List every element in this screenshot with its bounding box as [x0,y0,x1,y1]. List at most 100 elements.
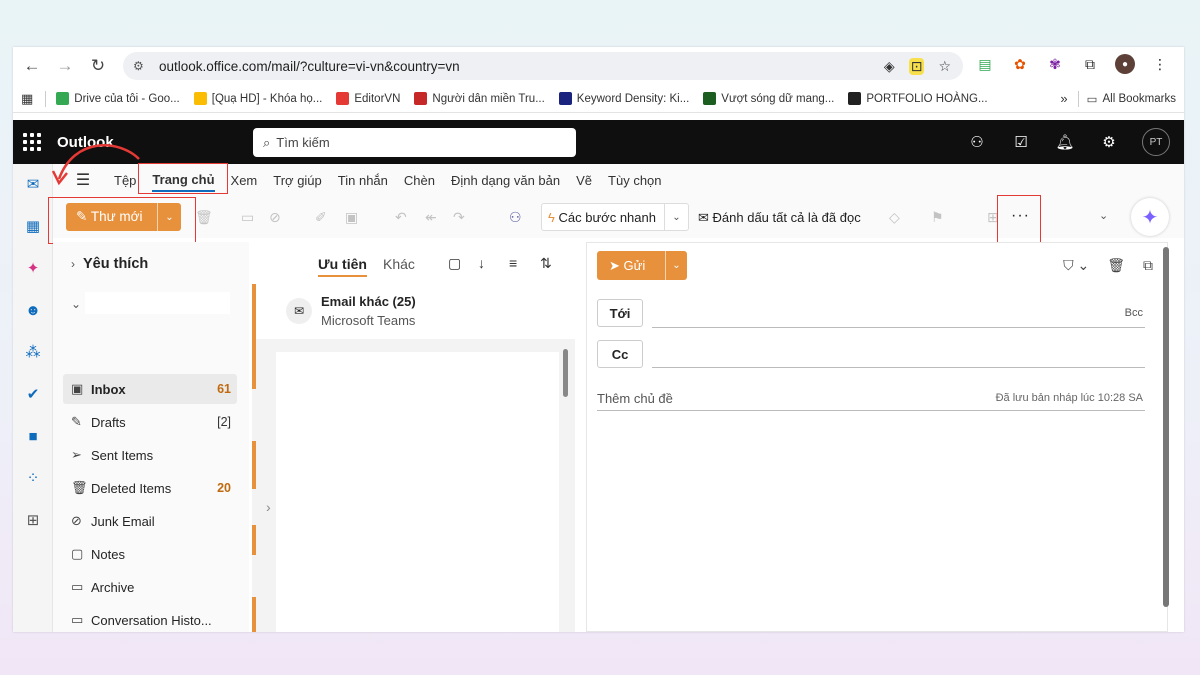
folder-item[interactable]: ▢ Notes [63,539,237,569]
chevron-down-icon[interactable]: ⌄ [71,297,81,311]
install-app-icon[interactable]: ⊡ [908,57,925,75]
bookmark-item[interactable]: PORTFOLIO HOÀNG... [848,92,988,105]
tab-item[interactable]: Trợ giúp [273,173,322,188]
popout-icon[interactable]: ⧉ [1143,257,1153,274]
forward-mail-icon[interactable]: ↷ [453,209,465,226]
compose-scrollbar[interactable] [1163,247,1169,607]
browser-menu-icon[interactable]: ⋮ [1150,54,1170,74]
tab-other[interactable]: Khác [383,256,415,272]
tab-item[interactable]: Chèn [404,173,435,188]
bookmark-item[interactable]: EditorVN [336,92,400,105]
todo-icon[interactable]: ✔ [23,384,43,404]
sheets-extension-icon[interactable]: ▤ [975,54,995,74]
list-scrollbar[interactable] [563,349,568,397]
delete-icon[interactable]: 🗑︎ [195,209,213,226]
chevron-down-icon[interactable]: ⌄ [664,204,688,230]
accent-stripe [252,525,256,555]
tab-item[interactable]: Định dạng văn bản [451,173,560,188]
copilot-button[interactable]: ✦ [1131,198,1169,236]
gear-icon[interactable]: ⚙ [1098,133,1120,151]
filter-icon[interactable]: ≡ [509,255,517,271]
purple-extension-icon[interactable]: ✾ [1045,54,1065,74]
bookmark-item[interactable]: Drive của tôi - Goo... [56,92,180,105]
subject-input[interactable]: Thêm chủ đề [597,391,673,406]
teams-share-icon[interactable]: ⚇ [509,209,522,226]
flag-icon[interactable]: ⚑ [931,209,944,226]
discard-icon[interactable]: 🗑︎ [1107,257,1125,274]
bcc-button[interactable]: Bcc [1125,307,1143,319]
bookmark-item[interactable]: Keyword Density: Ki... [558,92,689,105]
apps-grid-icon[interactable]: ▦ [21,91,33,107]
sensitivity-icon[interactable]: ⛉ ⌄ [1063,257,1089,274]
org-explorer-icon[interactable]: ⁘ [23,468,43,488]
calendar-icon[interactable]: ▦ [23,216,43,236]
back-icon[interactable]: ← [18,52,46,80]
to-field[interactable] [652,327,1145,328]
sweep-icon[interactable]: ✐ [315,209,327,226]
more-bookmarks-icon[interactable]: » [1060,91,1067,106]
favorites-header[interactable]: › Yêu thích [71,256,148,272]
move-icon[interactable]: ▣ [345,209,358,226]
expand-icon[interactable]: › [266,499,271,515]
folder-item[interactable]: ▭ Conversation Histo... [63,605,237,632]
archive-icon: ▭ [71,579,84,594]
quick-steps-label: Các bước nhanh [558,209,656,225]
chevron-down-icon[interactable]: ⌄ [665,251,687,280]
people-icon[interactable]: ☻ [23,300,43,320]
reply-all-icon[interactable]: ↞ [425,209,437,226]
archive-icon[interactable]: ▭ [241,209,254,226]
folder-item[interactable]: ⊘ Junk Email [63,506,237,536]
more-apps-icon[interactable]: ⊞ [23,510,43,530]
bookmark-item[interactable]: [Quạ HD] - Khóa họ... [193,92,322,105]
reload-icon[interactable]: ↻ [84,52,112,80]
mark-all-read-button[interactable]: ✉ Đánh dấu tất cả là đã đọc [698,210,861,226]
tab-item[interactable]: Tùy chọn [608,173,661,188]
groups-icon[interactable]: ⁂ [23,342,43,362]
account-avatar[interactable]: PT [1142,128,1170,156]
bell-icon[interactable]: 🔔︎ [1054,133,1076,151]
account-name[interactable] [85,292,230,314]
app-launcher-icon[interactable] [23,133,41,151]
folder-item[interactable]: ✎ Drafts [2] [63,407,237,437]
tag-icon[interactable]: ◇ [889,209,900,226]
tab-focused[interactable]: Ưu tiên [318,256,367,277]
chevron-down-icon[interactable]: ⌄ [1099,209,1108,222]
puzzle-icon[interactable]: ⧉ [1080,54,1100,74]
select-icon[interactable]: ▢ [448,255,461,272]
tab-item[interactable]: Xem [231,173,258,188]
list-item[interactable]: ✉ Email khác (25) Microsoft Teams [252,284,575,339]
forward-icon[interactable]: → [51,52,79,80]
report-icon[interactable]: ⊘ [269,209,281,226]
mail-icon[interactable]: ✉ [23,174,43,194]
send-button[interactable]: ➤ Gửi ⌄ [597,251,687,280]
folder-name: Drafts [91,414,126,430]
jump-icon[interactable]: ↓ [478,255,485,271]
tab-item[interactable]: Vẽ [576,173,592,188]
all-bookmarks[interactable]: ▭ All Bookmarks [1087,92,1176,106]
copilot-icon[interactable]: ✦ [23,258,43,278]
folder-item[interactable]: 🗑︎ Deleted Items 20 [63,473,237,503]
search-box[interactable]: ⌕ Tìm kiếm [253,128,576,157]
site-settings-icon[interactable]: ⚙ [133,59,153,73]
teams-icon[interactable]: ⚇ [966,133,988,151]
bookmark-item[interactable]: Vượt sóng dữ mang... [703,92,834,105]
bookmark-item[interactable]: Người dân miền Tru... [414,92,545,105]
quick-steps-button[interactable]: ϟ Các bước nhanh ⌄ [541,203,689,231]
star-icon[interactable]: ☆ [938,58,951,75]
folder-item[interactable]: ▣ Inbox 61 [63,374,237,404]
folder-count: 61 [217,382,231,396]
profile-avatar[interactable]: ● [1115,54,1135,74]
cc-field[interactable] [652,367,1145,368]
folder-item[interactable]: ▭ Archive [63,572,237,602]
extension-icon[interactable]: ✿ [1010,54,1030,74]
to-button[interactable]: Tới [597,299,643,327]
onedrive-icon[interactable]: ■ [23,426,43,446]
address-bar[interactable]: ⚙ outlook.office.com/mail/?culture=vi-vn… [123,52,963,80]
tab-item[interactable]: Tin nhắn [338,173,388,188]
tasks-icon[interactable]: ☑ [1010,133,1032,151]
sort-icon[interactable]: ⇅ [540,255,552,272]
folder-item[interactable]: ➢ Sent Items [63,440,237,470]
cc-button[interactable]: Cc [597,340,643,368]
view-icon[interactable]: ◈ [884,58,895,75]
reply-icon[interactable]: ↶ [395,209,407,226]
